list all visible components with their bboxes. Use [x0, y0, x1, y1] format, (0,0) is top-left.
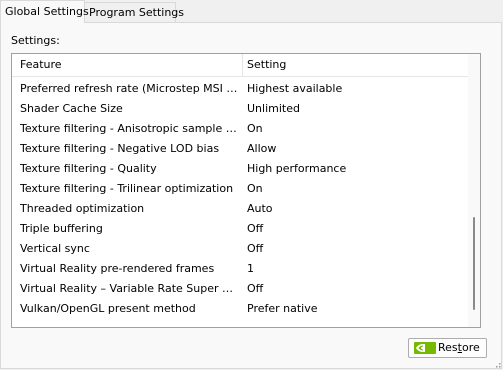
setting-cell[interactable]: On [247, 119, 457, 139]
list-rows: Preferred refresh rate (Microstep MSI G2… [12, 79, 469, 319]
column-header-setting[interactable]: Setting [247, 54, 286, 76]
table-row[interactable]: Texture filtering - Trilinear optimizati… [12, 179, 469, 199]
feature-cell: Virtual Reality – Variable Rate Super Sa… [20, 282, 238, 295]
list-header: Feature Setting [12, 54, 469, 77]
feature-cell: Shader Cache Size [20, 102, 123, 115]
setting-cell[interactable]: Auto [247, 199, 457, 219]
settings-list[interactable]: Feature Setting Preferred refresh rate (… [11, 53, 481, 328]
settings-label: Settings: [11, 34, 60, 47]
tab-label: Global Settings [5, 5, 89, 18]
table-row[interactable]: Virtual Reality pre-rendered frames 1 [12, 259, 469, 279]
setting-cell[interactable]: Allow [247, 139, 457, 159]
table-row[interactable]: Texture filtering - Anisotropic sample o… [12, 119, 469, 139]
table-row[interactable]: Virtual Reality – Variable Rate Super Sa… [12, 279, 469, 299]
feature-cell: Vulkan/OpenGL present method [20, 302, 196, 315]
setting-cell[interactable]: High performance [247, 159, 457, 179]
feature-cell: Texture filtering - Trilinear optimizati… [20, 182, 234, 195]
table-row[interactable]: Shader Cache Size Unlimited [12, 99, 469, 119]
table-row[interactable]: Preferred refresh rate (Microstep MSI G2… [12, 79, 469, 99]
table-row[interactable]: Texture filtering - Quality High performa… [12, 159, 469, 179]
setting-cell[interactable]: Highest available [247, 79, 457, 99]
feature-cell: Threaded optimization [20, 202, 145, 215]
tab-label: Program Settings [89, 6, 185, 19]
setting-cell[interactable]: Prefer native [247, 299, 457, 319]
table-row[interactable]: Vulkan/OpenGL present method Prefer nativ… [12, 299, 469, 319]
feature-cell: Texture filtering - Quality [20, 162, 157, 175]
setting-cell[interactable]: Off [247, 239, 457, 259]
feature-cell: Virtual Reality pre-rendered frames [20, 262, 215, 275]
tab-global-settings[interactable]: Global Settings [0, 0, 89, 23]
setting-cell[interactable]: 1 [247, 259, 457, 279]
setting-cell[interactable]: On [247, 179, 457, 199]
table-row[interactable]: Vertical sync Off [12, 239, 469, 259]
tab-program-settings[interactable]: Program Settings [84, 2, 184, 22]
feature-cell: Preferred refresh rate (Microstep MSI G2… [20, 82, 238, 95]
feature-cell: Vertical sync [20, 242, 90, 255]
tab-strip: Global Settings Program Settings [0, 0, 503, 23]
resize-grip-icon[interactable] [493, 360, 501, 368]
restore-button[interactable]: Restore [408, 338, 487, 358]
feature-cell: Texture filtering - Anisotropic sample o… [20, 122, 238, 135]
restore-label: Restore [438, 341, 480, 354]
setting-cell[interactable]: Unlimited [247, 99, 457, 119]
table-row[interactable]: Triple buffering Off [12, 219, 469, 239]
vertical-scrollbar[interactable] [468, 54, 480, 327]
column-header-feature[interactable]: Feature [20, 54, 62, 76]
feature-cell: Triple buffering [20, 222, 103, 235]
column-divider[interactable] [242, 54, 243, 76]
setting-cell[interactable]: Off [247, 279, 457, 299]
feature-cell: Texture filtering - Negative LOD bias [20, 142, 220, 155]
setting-cell[interactable]: Off [247, 219, 457, 239]
table-row[interactable]: Threaded optimization Auto [12, 199, 469, 219]
scrollbar-thumb[interactable] [473, 217, 475, 310]
nvidia-logo-icon [414, 342, 436, 354]
table-row[interactable]: Texture filtering - Negative LOD bias All… [12, 139, 469, 159]
